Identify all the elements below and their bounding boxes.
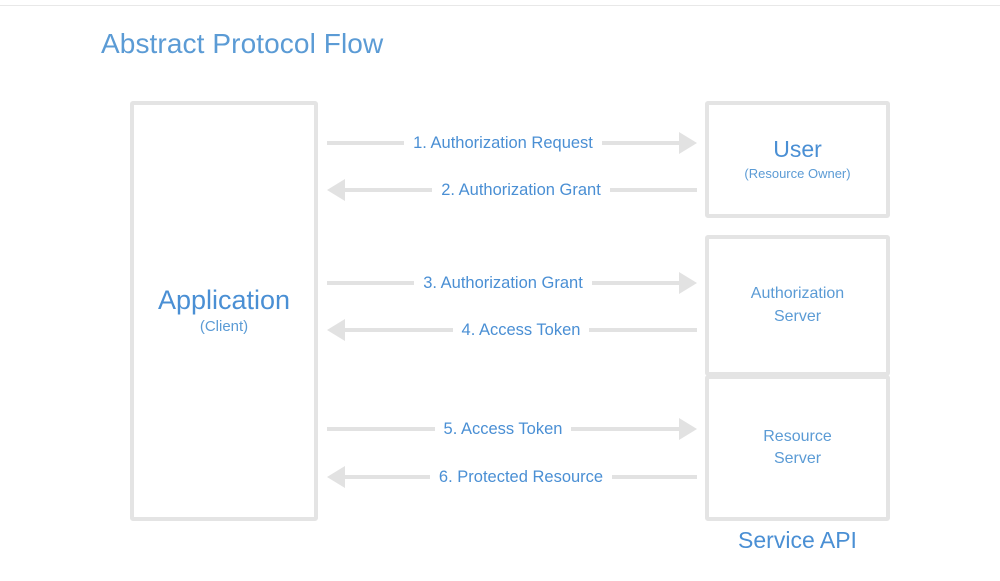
flow-line-left-1 — [327, 141, 405, 145]
arrow-right-icon-1 — [679, 132, 698, 154]
node-application-subtitle: (Client) — [199, 317, 249, 335]
flow-line-left-5 — [327, 427, 435, 431]
flow-line-right-2 — [609, 188, 698, 192]
flow-line-right-1 — [601, 141, 680, 145]
arrow-left-icon-6 — [327, 466, 345, 488]
flow-line-left-2 — [345, 188, 433, 192]
flow-label-6: 6. Protected Resource — [438, 467, 604, 486]
node-user-subtitle: (Resource Owner) — [744, 166, 851, 182]
flow-line-right-6 — [612, 475, 698, 479]
node-authorization-server: Authorization Server — [705, 235, 890, 376]
protocol-flow-diagram: Abstract Protocol Flow Application (Clie… — [0, 0, 1000, 581]
flow-line-left-6 — [345, 475, 430, 479]
flow-arrow-4: 4. Access Token — [327, 319, 697, 341]
flow-label-3: 3. Authorization Grant — [423, 273, 583, 292]
flow-line-right-4 — [589, 328, 697, 332]
flow-arrow-2: 2. Authorization Grant — [327, 179, 698, 201]
service-api-caption: Service API — [738, 527, 857, 553]
node-resource-server-line2: Server — [773, 450, 822, 467]
node-application: Application (Client) — [130, 101, 318, 521]
flow-label-5: 5. Access Token — [443, 419, 563, 438]
node-application-title: Application — [157, 285, 291, 316]
node-user-title: User — [773, 136, 822, 163]
flow-arrow-1: 1. Authorization Request — [327, 132, 698, 154]
node-authorization-server-line2: Server — [773, 307, 822, 325]
page-title: Abstract Protocol Flow — [101, 28, 384, 59]
node-authorization-server-line1: Authorization — [750, 285, 845, 303]
flow-label-4: 4. Access Token — [461, 320, 581, 339]
flow-arrow-3: 3. Authorization Grant — [327, 272, 698, 294]
flow-line-right-5 — [571, 427, 679, 431]
flow-arrow-6: 6. Protected Resource — [327, 466, 698, 488]
flow-line-right-3 — [591, 281, 680, 285]
node-resource-server-line1: Resource — [763, 427, 832, 445]
arrow-right-icon-3 — [679, 272, 698, 294]
arrow-left-icon-4 — [327, 319, 345, 341]
top-divider — [0, 5, 1000, 6]
flow-arrow-5: 5. Access Token — [327, 418, 697, 440]
flow-line-left-4 — [345, 328, 453, 332]
node-resource-server: Resource Server — [705, 375, 890, 521]
arrow-left-icon-2 — [327, 179, 345, 201]
flow-line-left-3 — [327, 281, 415, 285]
flow-label-1: 1. Authorization Request — [413, 133, 593, 152]
arrow-right-icon-5 — [679, 418, 697, 440]
flow-label-2: 2. Authorization Grant — [441, 180, 601, 199]
node-user: User (Resource Owner) — [705, 101, 890, 218]
